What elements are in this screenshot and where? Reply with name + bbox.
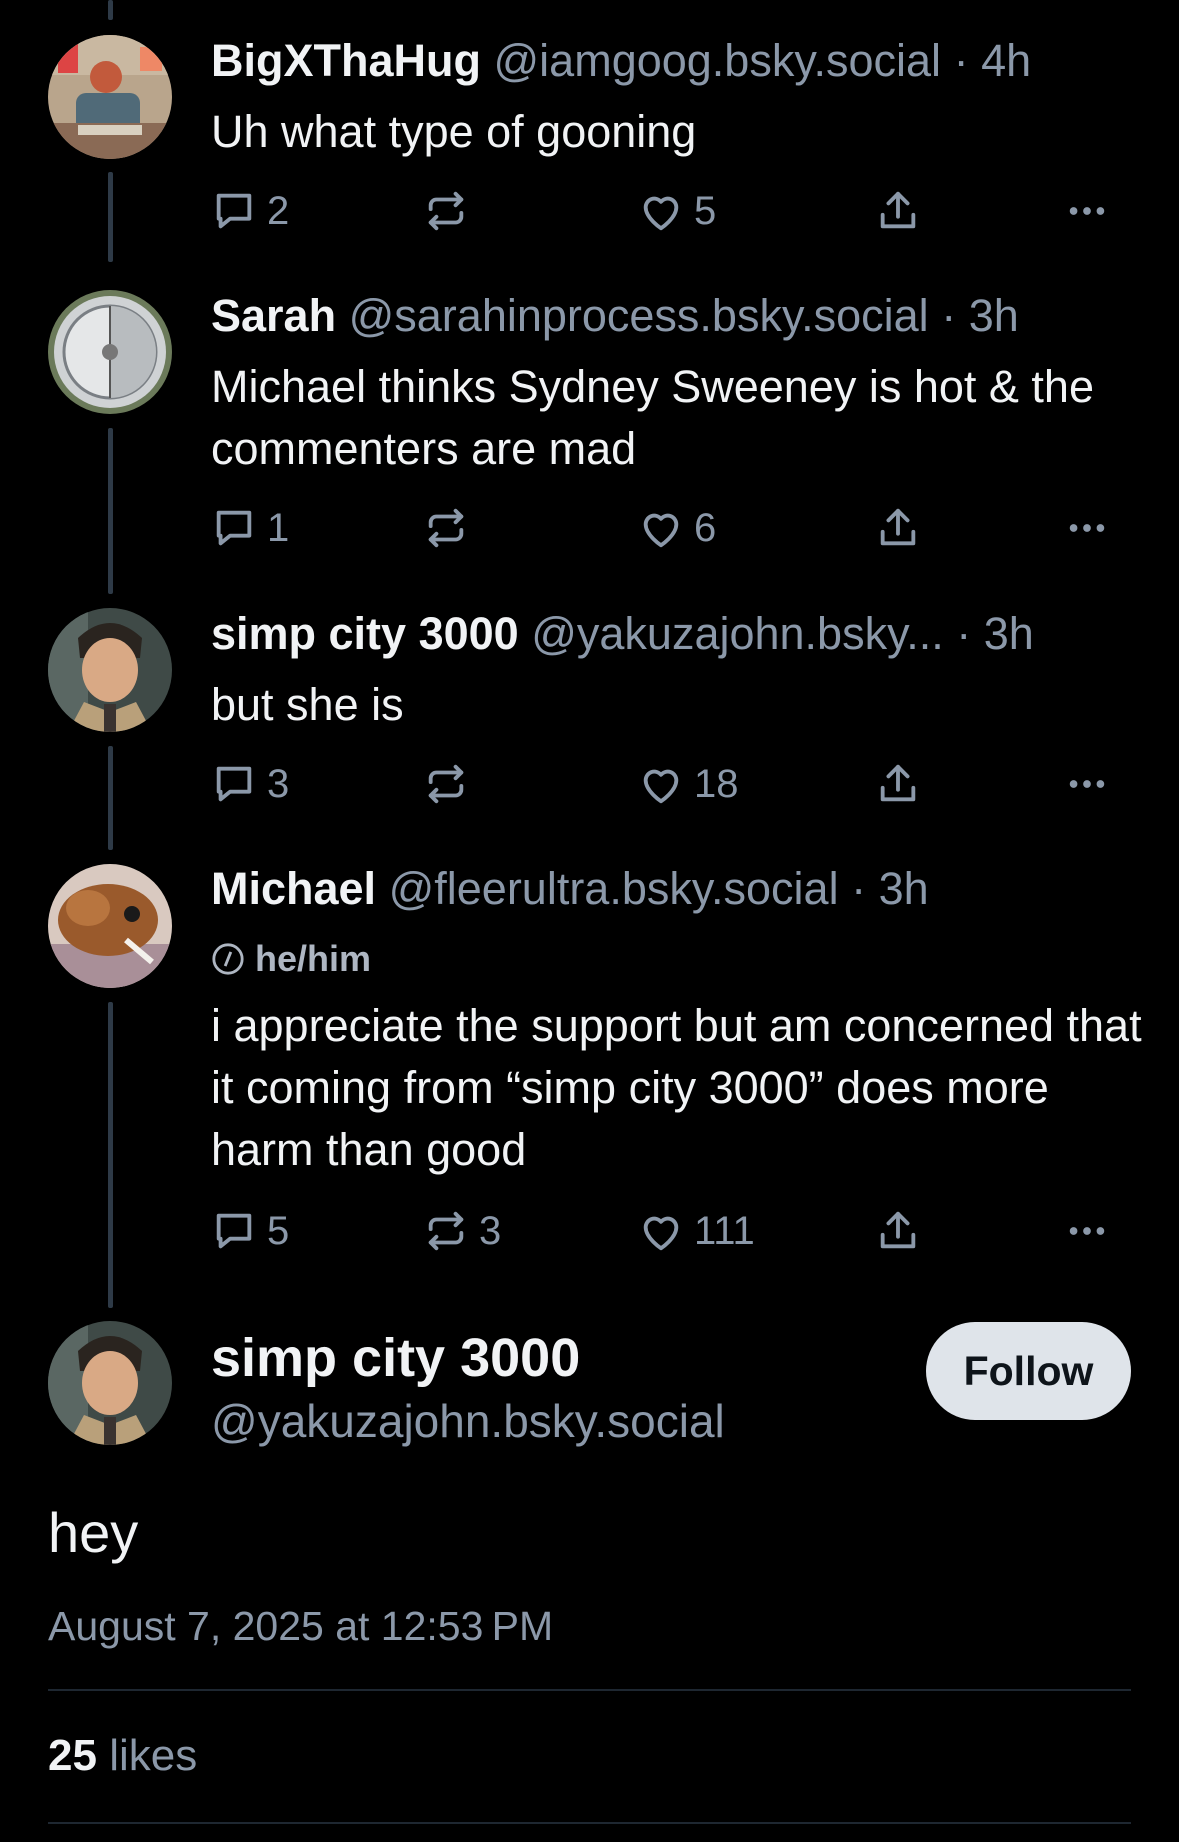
like-button[interactable]: 18 (638, 759, 739, 809)
author-name[interactable]: BigXThaHug (211, 35, 481, 86)
follow-button[interactable]: Follow (926, 1322, 1131, 1420)
thread-line (108, 1002, 113, 1308)
author-handle[interactable]: @iamgoog.bsky.social (494, 35, 942, 86)
more-button[interactable] (1064, 186, 1110, 236)
post-header: simp city 3000 @yakuzajohn.bsky... · 3h (211, 607, 1139, 661)
post-date: August 7, 2025 at 12:53 PM (48, 1603, 554, 1649)
post-text: i appreciate the support but am concerne… (211, 1000, 1142, 1175)
reply-button[interactable]: 5 (211, 1206, 289, 1256)
post-time[interactable]: 3h (969, 290, 1019, 341)
author-handle[interactable]: @sarahinprocess.bsky.social (349, 290, 929, 341)
post-text: Michael thinks Sydney Sweeney is hot & t… (211, 361, 1094, 474)
divider (48, 1822, 1131, 1824)
reply-icon (216, 510, 252, 546)
heart-icon (643, 1216, 679, 1251)
share-icon (880, 1211, 916, 1249)
avatar[interactable] (48, 290, 172, 414)
post-text: but she is (211, 679, 404, 730)
author-name[interactable]: Sarah (211, 290, 336, 341)
like-button[interactable]: 5 (638, 186, 716, 236)
repost-button[interactable] (423, 503, 479, 553)
author-handle[interactable]: @fleerultra.bsky.social (389, 863, 839, 914)
heart-icon (643, 769, 679, 804)
author-name[interactable]: simp city 3000 (211, 608, 519, 659)
like-button[interactable]: 6 (638, 503, 716, 553)
like-count: 5 (694, 188, 717, 233)
repost-icon (428, 764, 464, 804)
reply-count: 3 (267, 761, 290, 806)
more-button[interactable] (1064, 503, 1110, 553)
separator: · (851, 863, 867, 914)
more-button[interactable] (1064, 759, 1110, 809)
reply-icon (216, 193, 252, 229)
separator: · (941, 290, 957, 341)
heart-icon (643, 513, 679, 548)
main-post-text: hey (48, 1501, 139, 1564)
like-count: 111 (694, 1208, 755, 1253)
author-handle[interactable]: @yakuzajohn.bsky... (531, 608, 944, 659)
avatar[interactable] (48, 35, 172, 159)
reply-button[interactable]: 2 (211, 186, 289, 236)
thread-line (108, 746, 113, 850)
separator: · (953, 35, 969, 86)
heart-icon (643, 196, 679, 231)
repost-count: 3 (479, 1208, 502, 1253)
divider (48, 1689, 1131, 1691)
thread-line (108, 428, 113, 594)
reply-count: 2 (267, 188, 290, 233)
avatar[interactable] (48, 608, 172, 732)
info-icon (212, 943, 244, 975)
more-icon (1069, 780, 1105, 788)
reply-icon (216, 766, 252, 802)
likes-label: likes (109, 1731, 198, 1780)
post-time[interactable]: 4h (981, 35, 1031, 86)
repost-button[interactable] (423, 759, 479, 809)
like-count: 18 (694, 761, 739, 806)
author-name[interactable]: Michael (211, 863, 376, 914)
reply-count: 1 (267, 505, 290, 550)
share-button[interactable] (875, 759, 921, 809)
thread-line (108, 0, 113, 20)
post-header: Michael @fleerultra.bsky.social · 3h (211, 862, 1139, 916)
post-header: Sarah @sarahinprocess.bsky.social · 3h (211, 289, 1139, 343)
share-button[interactable] (875, 503, 921, 553)
reply-button[interactable]: 1 (211, 503, 289, 553)
avatar[interactable] (48, 1321, 172, 1445)
thread-line (108, 172, 113, 262)
repost-icon (428, 508, 464, 548)
repost-button[interactable]: 3 (423, 1206, 501, 1256)
share-icon (880, 191, 916, 229)
avatar[interactable] (48, 864, 172, 988)
likes-summary[interactable]: 25 likes (48, 1731, 197, 1781)
reply-icon (216, 1213, 252, 1249)
separator: · (956, 608, 972, 659)
post-header: BigXThaHug @iamgoog.bsky.social · 4h (211, 34, 1139, 88)
reply-count: 5 (267, 1208, 290, 1253)
repost-icon (428, 191, 464, 231)
post-time[interactable]: 3h (984, 608, 1034, 659)
more-icon (1069, 524, 1105, 532)
repost-button[interactable] (423, 186, 479, 236)
reply-button[interactable]: 3 (211, 759, 289, 809)
share-button[interactable] (875, 1206, 921, 1256)
pronouns-text: he/him (255, 938, 372, 979)
likes-count: 25 (48, 1731, 97, 1780)
post-time[interactable]: 3h (879, 863, 929, 914)
more-icon (1069, 207, 1105, 215)
repost-icon (428, 1211, 464, 1251)
main-author-name[interactable]: simp city 3000 (211, 1327, 580, 1389)
post-text: Uh what type of gooning (211, 106, 697, 157)
pronoun-label: he/him (211, 937, 371, 981)
share-button[interactable] (875, 186, 921, 236)
like-count: 6 (694, 505, 717, 550)
share-icon (880, 764, 916, 802)
main-author-handle[interactable]: @yakuzajohn.bsky.social (211, 1394, 725, 1448)
more-icon (1069, 1227, 1105, 1235)
share-icon (880, 508, 916, 546)
more-button[interactable] (1064, 1206, 1110, 1256)
like-button[interactable]: 111 (638, 1206, 755, 1256)
